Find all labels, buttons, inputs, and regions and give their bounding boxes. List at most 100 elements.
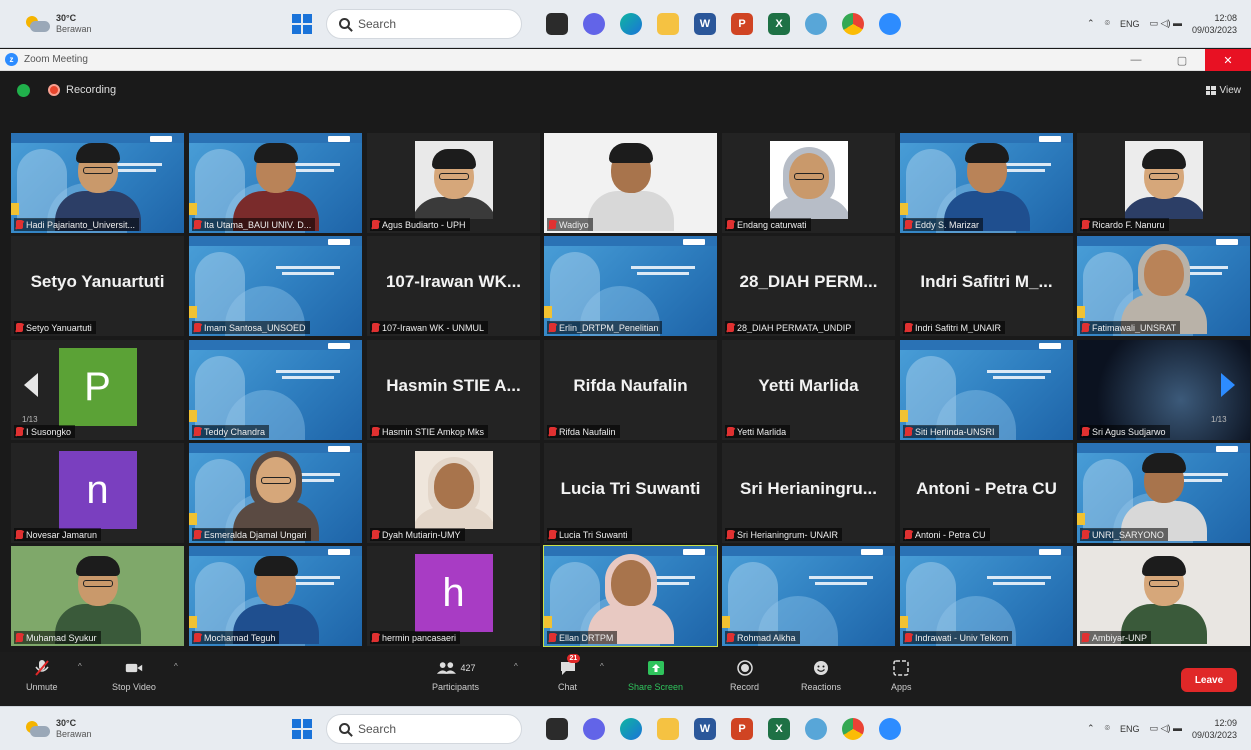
chrome-icon[interactable] [842, 12, 864, 35]
taskbar-search[interactable]: Search [326, 713, 522, 744]
clock[interactable]: 12:08 09/03/2023 [1192, 12, 1237, 36]
recording-icon[interactable] [48, 84, 60, 96]
close-button[interactable]: ✕ [1205, 49, 1251, 71]
app-icon[interactable] [805, 12, 827, 35]
weather-widget[interactable]: 30°C Berawan [24, 13, 92, 35]
participant-tile[interactable]: Rifda Naufalin Rifda Naufalin [544, 340, 717, 440]
unmute-label: Unmute [26, 682, 58, 692]
participant-tile[interactable]: Fatimawali_UNSRAT [1077, 236, 1250, 336]
participant-tile[interactable]: Agus Budiarto - UPH [367, 133, 540, 233]
word-icon[interactable]: W [694, 12, 716, 35]
chat-chevron-icon[interactable]: ^ [600, 662, 604, 671]
mic-muted-icon [905, 633, 912, 642]
participant-tile[interactable]: Hadi Pajarianto_Universit... [11, 133, 184, 233]
name-tag: Siti Herlinda-UNSRI [903, 425, 999, 438]
participant-tile[interactable]: Hasmin STIE A... Hasmin STIE Amkop Mks [367, 340, 540, 440]
participant-tile[interactable]: Teddy Chandra [189, 340, 362, 440]
participants-button[interactable]: 427 Participants [432, 660, 479, 692]
view-button[interactable]: View [1205, 85, 1241, 96]
windows-start-icon[interactable] [292, 718, 312, 739]
language-indicator[interactable]: ENG [1120, 724, 1140, 734]
weather-temp: 30°C [56, 12, 77, 23]
file-explorer-icon[interactable] [657, 717, 679, 740]
task-view-icon[interactable] [546, 12, 568, 35]
share-screen-button[interactable]: Share Screen [628, 660, 683, 692]
participant-tile[interactable]: h hermin pancasaeri [367, 546, 540, 646]
participant-tile[interactable]: 107-Irawan WK... 107-Irawan WK - UNMUL [367, 236, 540, 336]
apps-button[interactable]: Apps [891, 660, 912, 692]
participant-tile[interactable]: Setyo Yanuartuti Setyo Yanuartuti [11, 236, 184, 336]
participant-tile[interactable]: Ricardo F. Nanuru [1077, 133, 1250, 233]
participant-tile[interactable]: Sri Herianingru... Sri Herianingrum- UNAI… [722, 443, 895, 543]
chrome-icon[interactable] [842, 717, 864, 740]
record-label: Record [730, 682, 760, 692]
chat-button[interactable]: 21 Chat [558, 654, 581, 692]
minimize-button[interactable]: — [1113, 49, 1159, 71]
chevron-up-icon[interactable]: ⌃ [1087, 723, 1095, 734]
participants-chevron-icon[interactable]: ^ [514, 662, 518, 671]
participant-tile[interactable]: Eddy S. Marizar [900, 133, 1073, 233]
participant-video [414, 149, 493, 219]
meeting-controls: Unmute ^ Stop Video ^ 427 Participants ^… [0, 652, 1251, 706]
windows-start-icon[interactable] [292, 13, 312, 34]
participant-tile[interactable]: Ambiyar-UNP [1077, 546, 1250, 646]
edge-icon[interactable] [620, 717, 642, 740]
participant-tile[interactable]: Rohmad Alkha [722, 546, 895, 646]
participant-tile[interactable]: Endang caturwati [722, 133, 895, 233]
next-page-arrow-icon[interactable] [1221, 373, 1235, 397]
location-icon[interactable]: ⌾ [1105, 723, 1110, 734]
location-icon[interactable]: ⌾ [1105, 18, 1110, 29]
language-indicator[interactable]: ENG [1120, 19, 1140, 29]
participant-tile[interactable]: Muhamad Syukur [11, 546, 184, 646]
network-volume-battery-icon[interactable]: ▭ ◁) ▬ [1150, 723, 1182, 734]
excel-icon[interactable]: X [768, 12, 790, 35]
participant-tile[interactable]: 28_DIAH PERM... 28_DIAH PERMATA_UNDIP [722, 236, 895, 336]
app-icon[interactable] [805, 717, 827, 740]
participant-tile[interactable]: UNRI_SARYONO [1077, 443, 1250, 543]
name-tag: Muhamad Syukur [14, 631, 101, 644]
powerpoint-icon[interactable]: P [731, 717, 753, 740]
record-button[interactable]: Record [730, 660, 759, 692]
zoom-app-icon[interactable] [879, 717, 901, 740]
stop-video-button[interactable]: Stop Video [112, 660, 156, 692]
security-shield-icon[interactable] [17, 83, 30, 97]
file-explorer-icon[interactable] [657, 12, 679, 35]
teams-chat-icon[interactable] [583, 12, 605, 35]
excel-icon[interactable]: X [768, 717, 790, 740]
participant-tile[interactable]: Lucia Tri Suwanti Lucia Tri Suwanti [544, 443, 717, 543]
leave-button[interactable]: Leave [1181, 668, 1237, 692]
participant-tile[interactable]: Indri Safitri M_... Indri Safitri M_UNAIR [900, 236, 1073, 336]
participant-name: hermin pancasaeri [382, 632, 457, 643]
participant-tile[interactable]: Mochamad Teguh [189, 546, 362, 646]
participant-tile[interactable]: Erlin_DRTPM_Penelitian [544, 236, 717, 336]
previous-page-arrow-icon[interactable] [24, 373, 38, 397]
audio-options-chevron-icon[interactable]: ^ [78, 662, 82, 671]
teams-chat-icon[interactable] [583, 717, 605, 740]
chevron-up-icon[interactable]: ⌃ [1087, 18, 1095, 29]
maximize-button[interactable]: ▢ [1159, 49, 1205, 71]
record-icon [736, 660, 754, 676]
participant-tile[interactable]: Wadiyo [544, 133, 717, 233]
participant-tile[interactable]: Ita Utama_BAUI UNIV. D... [189, 133, 362, 233]
participant-tile[interactable]: Siti Herlinda-UNSRI [900, 340, 1073, 440]
edge-icon[interactable] [620, 12, 642, 35]
video-options-chevron-icon[interactable]: ^ [174, 662, 178, 671]
participant-tile[interactable]: Imam Santosa_UNSOED [189, 236, 362, 336]
reactions-button[interactable]: Reactions [801, 660, 841, 692]
participant-tile[interactable]: Yetti Marlida Yetti Marlida [722, 340, 895, 440]
taskbar-search[interactable]: Search [326, 8, 522, 39]
participant-tile[interactable]: Antoni - Petra CU Antoni - Petra CU [900, 443, 1073, 543]
word-icon[interactable]: W [694, 717, 716, 740]
clock[interactable]: 12:09 09/03/2023 [1192, 717, 1237, 741]
participant-tile[interactable]: Ellan DRTPM [543, 545, 718, 647]
network-volume-battery-icon[interactable]: ▭ ◁) ▬ [1150, 18, 1182, 29]
zoom-app-icon[interactable] [879, 12, 901, 35]
powerpoint-icon[interactable]: P [731, 12, 753, 35]
participant-tile[interactable]: Dyah Mutiarin-UMY [367, 443, 540, 543]
task-view-icon[interactable] [546, 717, 568, 740]
participant-tile[interactable]: n Novesar Jamarun [11, 443, 184, 543]
participant-tile[interactable]: Esmeralda Djamal Ungari [189, 443, 362, 543]
unmute-button[interactable]: Unmute [26, 660, 58, 692]
participant-tile[interactable]: Indrawati - Univ Telkom [900, 546, 1073, 646]
weather-widget[interactable]: 30°C Berawan [24, 718, 92, 740]
